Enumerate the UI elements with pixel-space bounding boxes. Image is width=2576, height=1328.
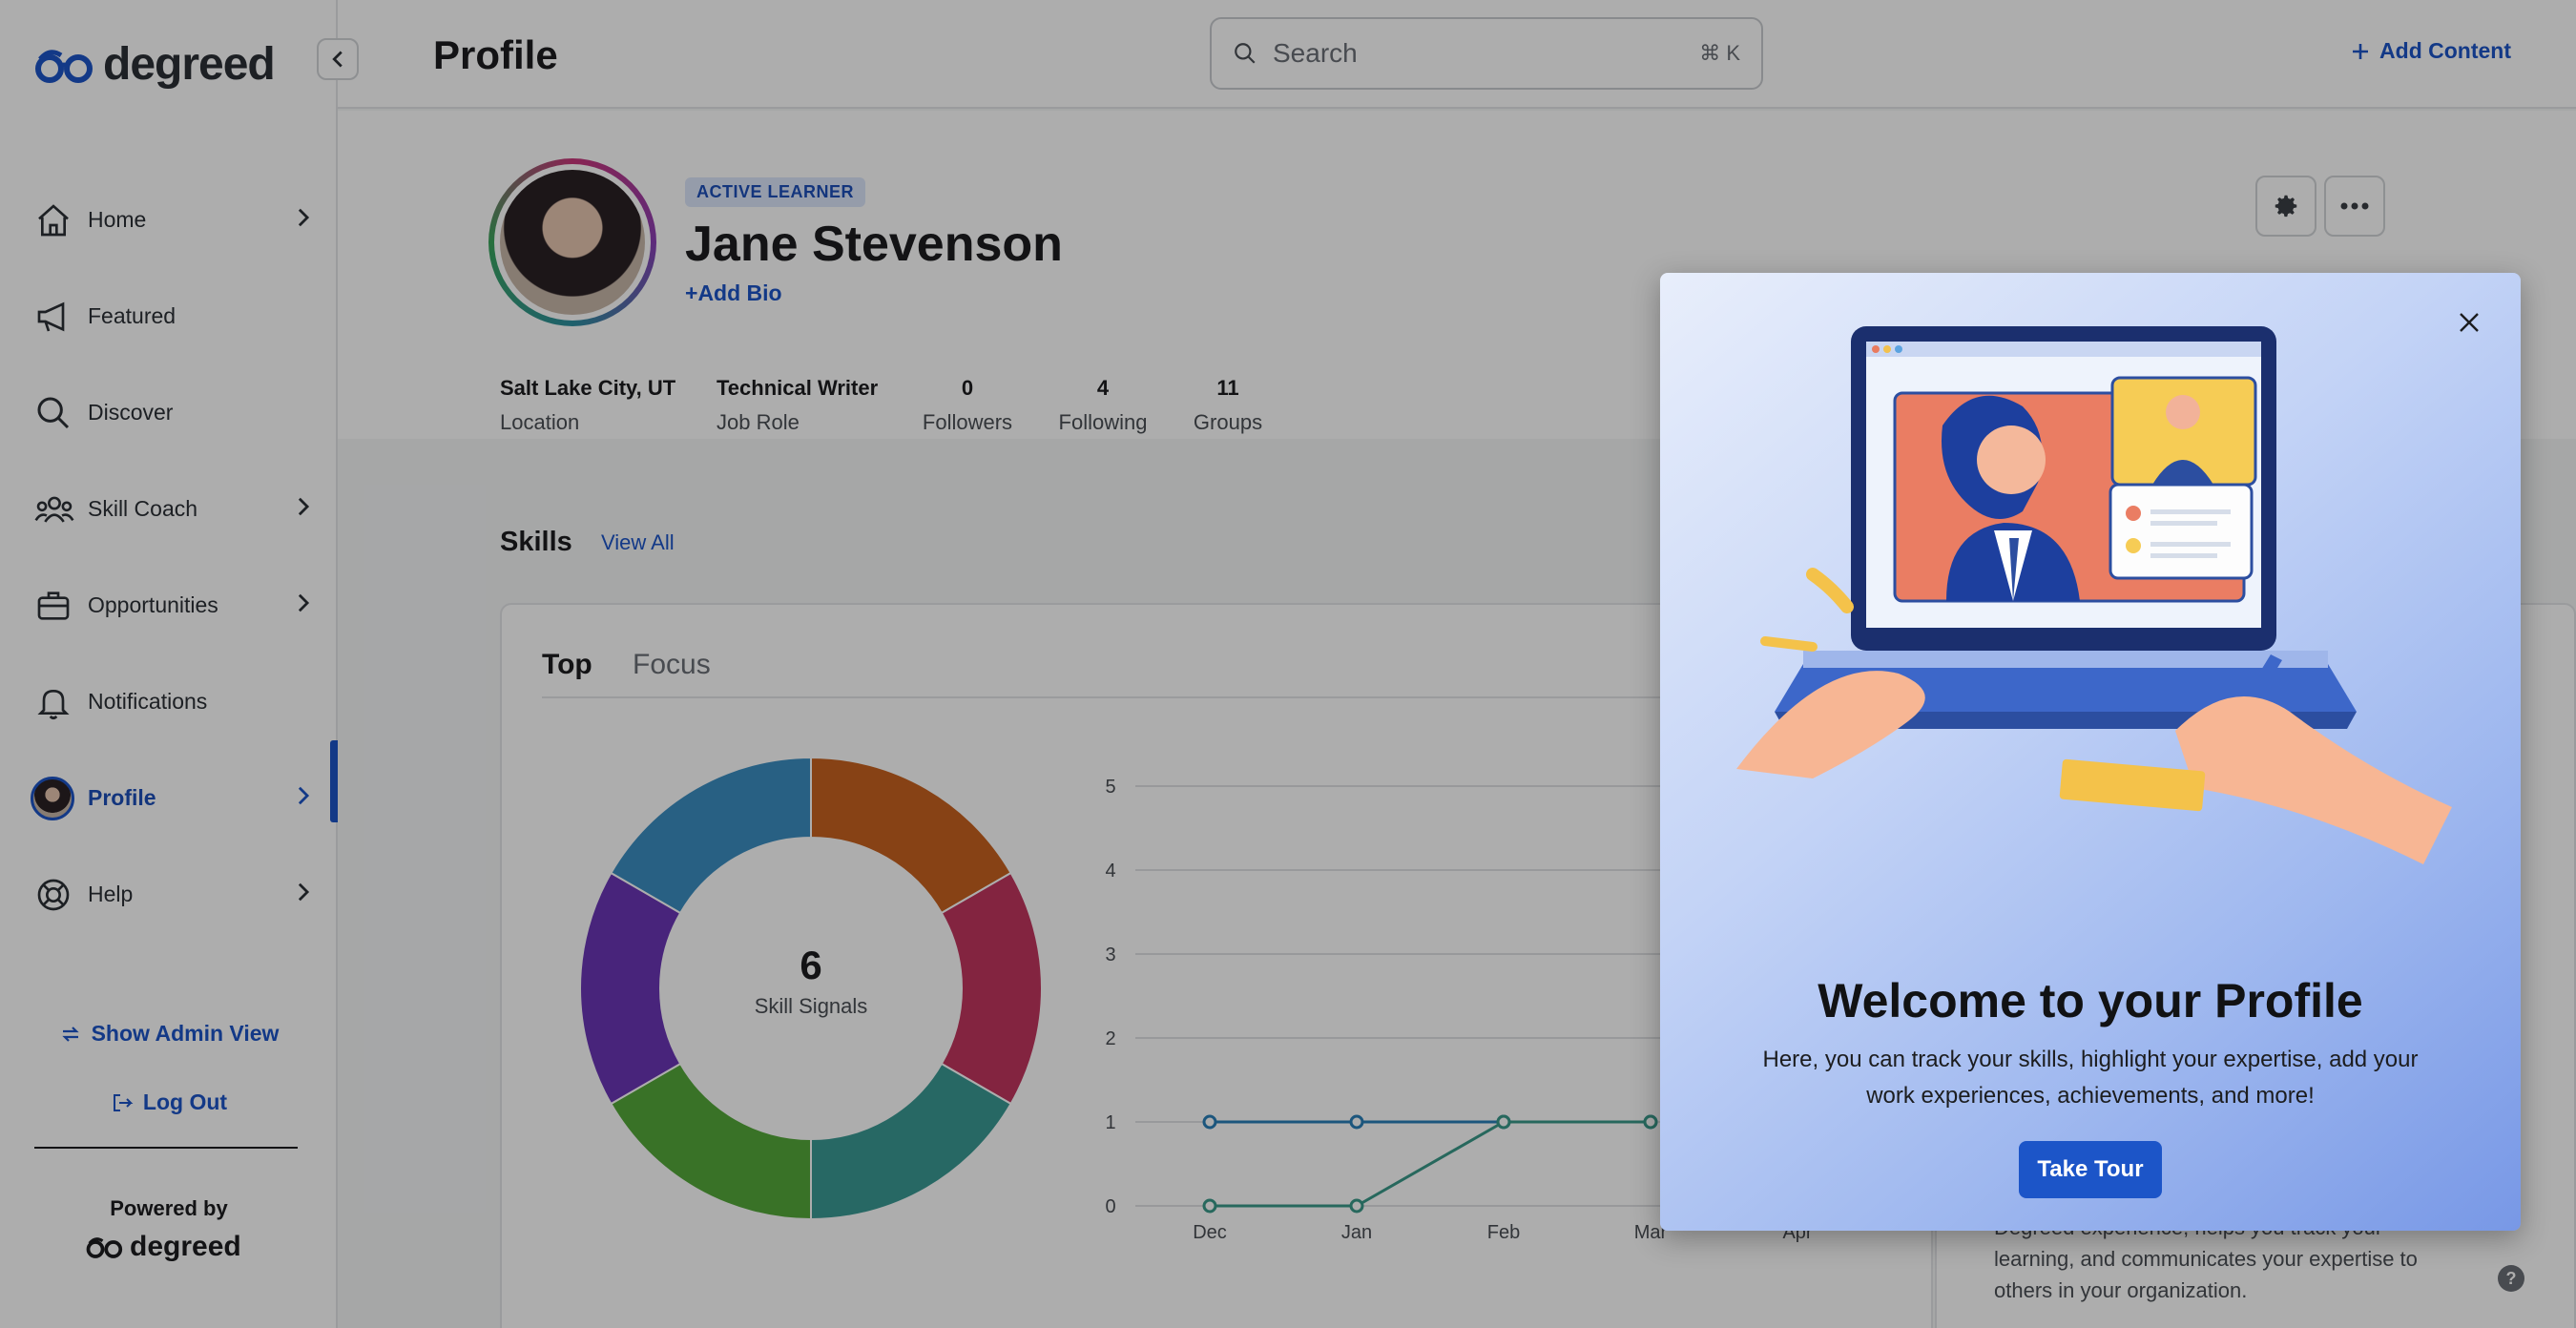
laptop-illustration — [1736, 326, 2452, 864]
welcome-modal: Welcome to your Profile Here, you can tr… — [1660, 273, 2521, 1231]
modal-title: Welcome to your Profile — [1818, 974, 2363, 1027]
take-tour-button[interactable]: Take Tour — [2019, 1141, 2162, 1198]
close-icon — [2460, 313, 2479, 332]
modal-description: Here, you can track your skills, highlig… — [1762, 1047, 2419, 1109]
close-modal-button[interactable] — [2450, 303, 2488, 342]
